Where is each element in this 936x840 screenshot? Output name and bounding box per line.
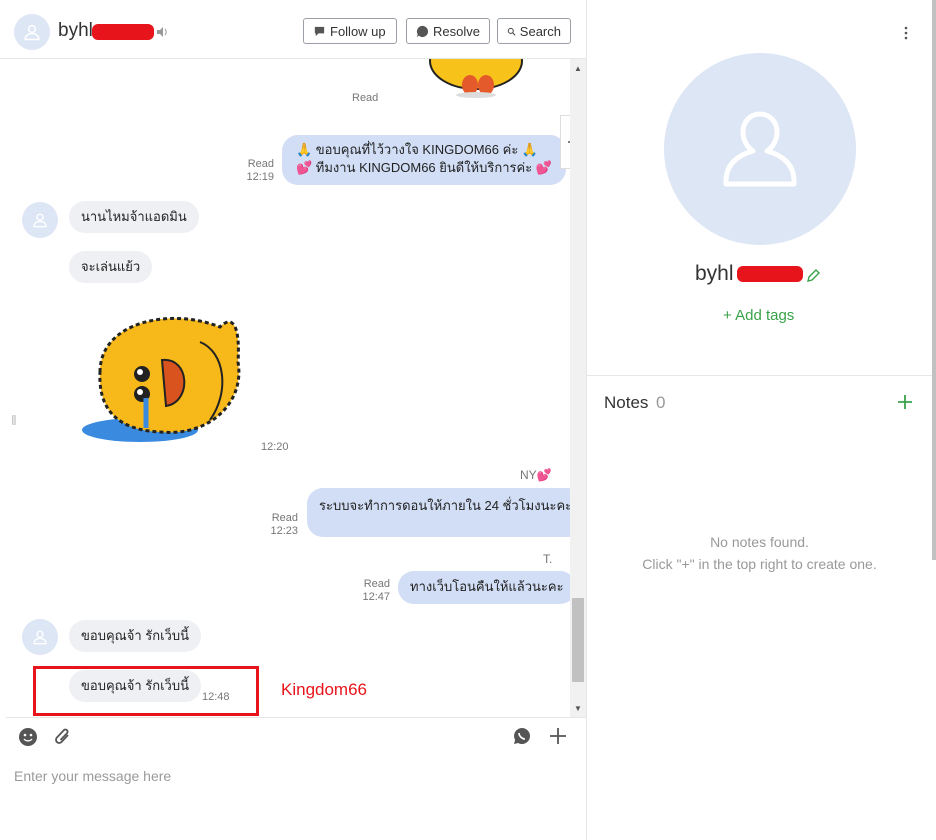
message-bubble-incoming[interactable]: ขอบคุณจ้า รักเว็บนี้ — [69, 620, 201, 652]
follow-up-button[interactable]: Follow up — [303, 18, 397, 44]
message-input-placeholder: Enter your message here — [14, 768, 172, 784]
emoji-icon[interactable] — [18, 727, 38, 747]
message-meta: Read 12:23 — [266, 512, 298, 538]
message-read-status: Read — [271, 512, 298, 524]
user-icon — [723, 111, 797, 187]
resolve-icon — [416, 25, 429, 37]
message-time: 12:19 — [246, 171, 274, 183]
redaction-mark — [92, 24, 154, 40]
edit-icon[interactable] — [806, 268, 821, 283]
message-bubble-outgoing[interactable]: 🙏 ขอบคุณที่ไว้วางใจ KINGDOM66 ค่ะ 🙏 💕 ที… — [282, 135, 566, 185]
message-bubble-outgoing[interactable]: ทางเว็บโอนคืนให้แล้วนะคะ — [398, 571, 576, 604]
highlight-annotation-box — [33, 666, 259, 716]
notes-empty-line: Click "+" in the top right to create one… — [642, 556, 877, 572]
search-button[interactable]: Search — [497, 18, 571, 44]
contact-avatar[interactable] — [14, 14, 50, 50]
message-time: 12:23 — [270, 525, 298, 537]
notes-count: 0 — [656, 393, 666, 412]
message-input[interactable]: Enter your message here — [6, 756, 586, 840]
follow-up-label: Follow up — [330, 23, 386, 39]
chat-message-list: Read Read 12:19 🙏 ขอบคุณที่ไว้วางใจ KING… — [6, 59, 586, 717]
message-bubble-incoming[interactable]: จะเล่นแย้ว — [69, 251, 153, 283]
message-meta: Read 12:47 — [358, 578, 390, 604]
message-bubble-outgoing[interactable]: ระบบจะทำการดอนให้ภายใน 24 ชั่วโมงนะคะ — [307, 488, 585, 537]
search-label: Search — [519, 23, 561, 39]
message-read-status: Read — [363, 578, 390, 590]
notes-title: Notes — [604, 393, 649, 412]
message-bubble-incoming[interactable]: นานไหมจ้าแอดมิน — [69, 201, 199, 233]
contact-name: byhl — [58, 20, 93, 41]
profile-avatar[interactable] — [664, 53, 856, 245]
chat-scrollbar-thumb[interactable] — [572, 598, 584, 682]
profile-panel: byhl + Add tags — [587, 0, 932, 376]
agent-name: NY💕 — [520, 468, 552, 482]
message-time: 12:20 — [261, 441, 289, 453]
follow-up-icon — [314, 26, 325, 36]
user-icon — [33, 630, 47, 645]
resize-handle[interactable]: ‖ — [11, 412, 17, 428]
search-icon — [507, 27, 516, 36]
notes-empty-line: No notes found. — [710, 534, 809, 550]
message-text-line: 🙏 ขอบคุณที่ไว้วางใจ KINGDOM66 ค่ะ 🙏 — [296, 142, 539, 157]
right-panel-scrollbar[interactable] — [932, 0, 936, 560]
message-read-status: Read — [352, 92, 379, 104]
notes-empty-state: No notes found. Click "+" in the top rig… — [587, 531, 932, 575]
message-meta: Read 12:19 — [242, 158, 274, 184]
add-note-icon[interactable] — [898, 395, 912, 409]
scroll-up-arrow[interactable]: ▲ — [574, 64, 582, 73]
contact-avatar[interactable] — [22, 202, 58, 238]
profile-name: byhl — [695, 262, 734, 285]
message-read-status: Read — [247, 158, 274, 170]
whatsapp-icon[interactable] — [513, 727, 531, 745]
resolve-label: Resolve — [433, 23, 480, 39]
user-icon — [33, 213, 47, 228]
message-time: 12:47 — [362, 591, 390, 603]
sticker-crying-duck[interactable] — [80, 302, 250, 448]
message-text-line: 💕 ทีมงาน KINGDOM66 ยินดีให้บริการค่ะ 💕 — [296, 160, 552, 175]
agent-name: T. — [543, 552, 553, 566]
annotation-label: Kingdom66 — [281, 680, 368, 699]
composer-toolbar — [6, 717, 586, 757]
resolve-button[interactable]: Resolve — [406, 18, 490, 44]
plus-icon[interactable] — [549, 727, 567, 745]
attachment-icon[interactable] — [53, 726, 73, 748]
notes-panel: Notes 0 No notes found. Click "+" in the… — [587, 376, 932, 840]
user-icon — [24, 24, 40, 41]
redaction-mark — [737, 266, 803, 282]
sticker-duck-top — [429, 59, 523, 98]
more-icon[interactable] — [899, 26, 913, 40]
speaker-icon[interactable] — [156, 26, 168, 38]
add-tags-button[interactable]: + Add tags — [723, 307, 794, 324]
chat-header: byhl Follow up Resolve Search — [0, 0, 586, 59]
scroll-down-arrow[interactable]: ▼ — [574, 704, 582, 713]
contact-avatar[interactable] — [22, 619, 58, 655]
